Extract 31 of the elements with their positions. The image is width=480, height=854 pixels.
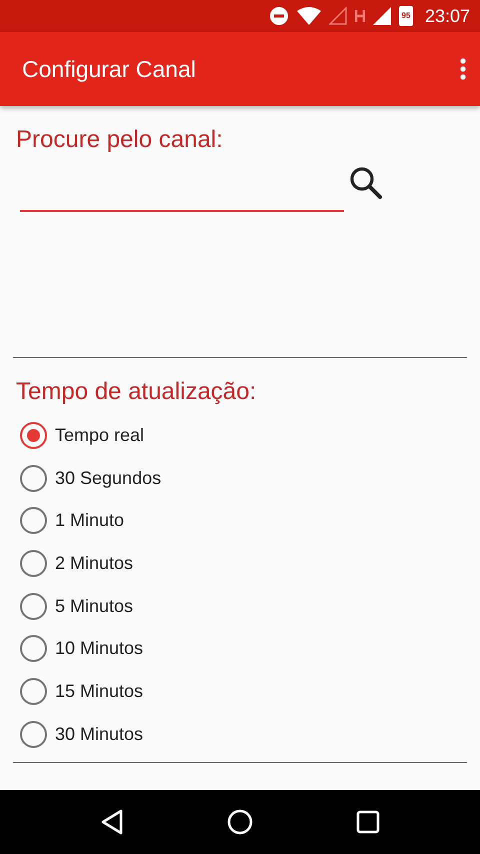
- do-not-disturb-icon: [268, 6, 289, 26]
- back-icon[interactable]: [100, 809, 124, 835]
- radio-button[interactable]: [20, 464, 47, 492]
- radio-button[interactable]: [20, 592, 47, 620]
- signal-icon: [372, 7, 391, 25]
- radio-button[interactable]: [20, 678, 47, 705]
- option-label[interactable]: 1 Minuto: [55, 507, 124, 534]
- signal-icon: [328, 7, 347, 25]
- battery-icon: 95: [398, 6, 413, 26]
- option-label[interactable]: Tempo real: [55, 422, 144, 449]
- radio-button[interactable]: [20, 720, 47, 748]
- option-label[interactable]: 5 Minutos: [55, 592, 134, 620]
- radio-button[interactable]: [20, 635, 47, 662]
- network-type-icon: [354, 10, 365, 22]
- search-icon[interactable]: [349, 166, 383, 200]
- wifi-icon: [296, 7, 321, 25]
- radio-button[interactable]: [20, 550, 47, 577]
- option-label[interactable]: 10 Minutos: [55, 635, 144, 662]
- home-icon[interactable]: [226, 809, 253, 835]
- radio-button[interactable]: [20, 507, 47, 534]
- clock: 23:07: [424, 4, 470, 28]
- option-label[interactable]: 15 Minutos: [55, 678, 144, 705]
- option-label[interactable]: 2 Minutos: [55, 550, 134, 577]
- option-label[interactable]: 30 Minutos: [55, 720, 144, 748]
- option-label[interactable]: 30 Segundos: [55, 464, 162, 492]
- app-title: Configurar Canal: [22, 54, 196, 84]
- more-options-icon[interactable]: [460, 58, 466, 80]
- section-label: Tempo de atualização:: [15, 377, 258, 407]
- radio-button[interactable]: [20, 422, 47, 449]
- recents-icon[interactable]: [356, 810, 380, 834]
- search-label: Procure pelo canal:: [16, 125, 224, 155]
